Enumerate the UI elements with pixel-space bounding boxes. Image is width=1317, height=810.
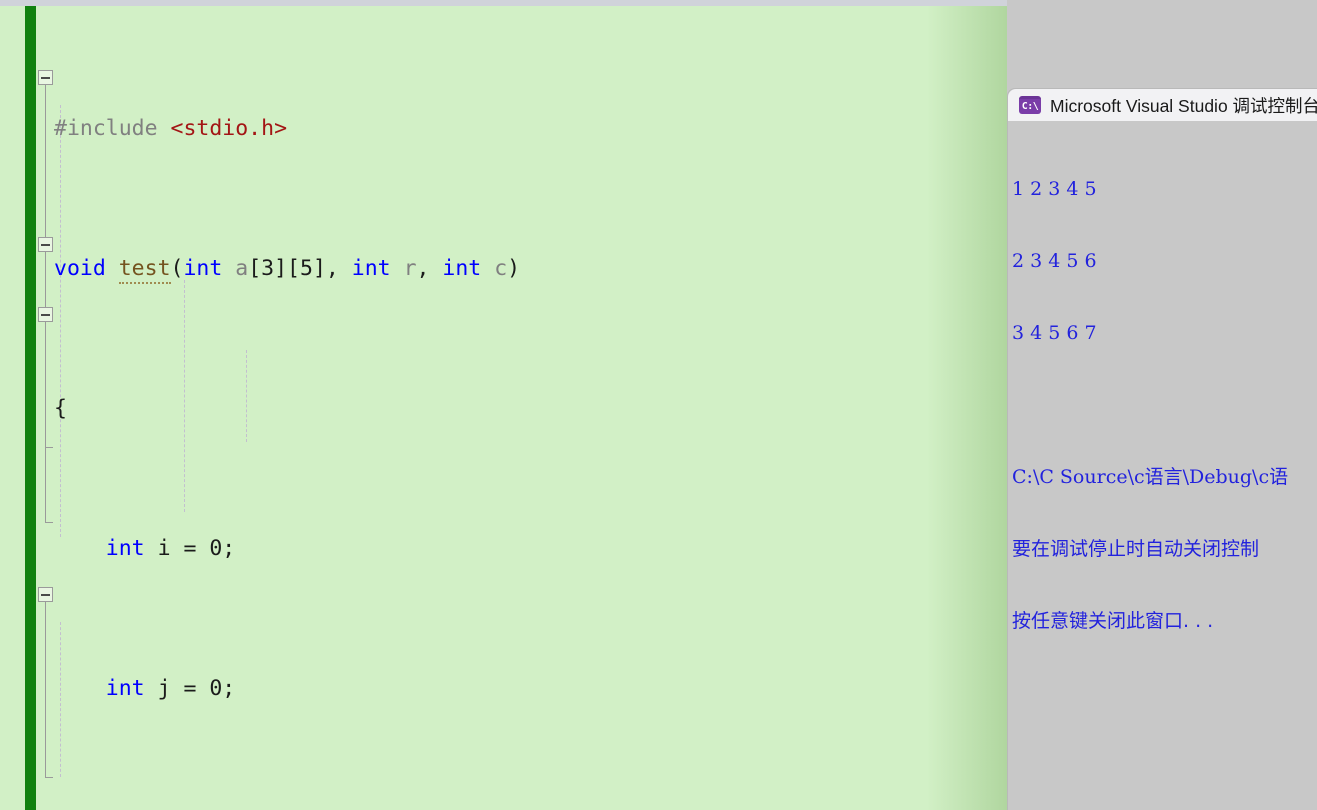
code-text-area[interactable]: #include <stdio.h> void test(int a[3][5]… [36, 6, 1007, 810]
code-line[interactable]: int i = 0; [36, 531, 1007, 566]
code-line[interactable]: #include <stdio.h> [36, 111, 1007, 146]
editor-indicator-margin [0, 6, 25, 810]
console-output-area[interactable]: 1 2 3 4 5 2 3 4 5 6 3 4 5 6 7 C:\C Sourc… [1008, 121, 1317, 810]
preprocessor-directive: #include [54, 116, 158, 141]
function-name-test: test [118, 256, 171, 284]
keyword-int: int [183, 256, 223, 281]
console-output-row: 1 2 3 4 5 [1012, 178, 1097, 200]
command-prompt-icon: C:\ [1019, 96, 1041, 114]
debug-console-window[interactable]: C:\ Microsoft Visual Studio 调试控制台 1 2 3 … [1007, 88, 1317, 810]
decl-i: i = 0; [144, 536, 236, 561]
brace-open: { [54, 396, 67, 421]
keyword-int: int [442, 256, 482, 281]
console-output-row: 3 4 5 6 7 [1012, 322, 1097, 344]
console-press-any-key: 按任意键关闭此窗口. . . [1012, 610, 1214, 632]
unsaved-change-margin-bar [25, 6, 36, 810]
console-title: Microsoft Visual Studio 调试控制台 [1050, 95, 1317, 116]
parameter-c: c [494, 256, 508, 281]
screen-root: #include <stdio.h> void test(int a[3][5]… [0, 0, 1317, 810]
include-header: <stdio.h> [170, 116, 288, 141]
code-editor[interactable]: #include <stdio.h> void test(int a[3][5]… [0, 6, 1007, 810]
keyword-int: int [105, 536, 145, 561]
console-autoclose-hint: 要在调试停止时自动关闭控制 [1012, 538, 1260, 560]
code-line[interactable]: { [36, 391, 1007, 426]
parameter-r: r [403, 256, 417, 281]
code-line[interactable]: void test(int a[3][5], int r, int c) [36, 251, 1007, 286]
decl-j: j = 0; [144, 676, 236, 701]
console-exit-path: C:\C Source\c语言\Debug\c语 [1012, 466, 1289, 488]
keyword-int: int [351, 256, 391, 281]
code-line[interactable]: int j = 0; [36, 671, 1007, 706]
keyword-void: void [54, 256, 106, 281]
console-titlebar[interactable]: C:\ Microsoft Visual Studio 调试控制台 [1008, 89, 1317, 121]
keyword-int: int [105, 676, 145, 701]
console-output-row: 2 3 4 5 6 [1012, 250, 1097, 272]
parameter-a: a [235, 256, 249, 281]
